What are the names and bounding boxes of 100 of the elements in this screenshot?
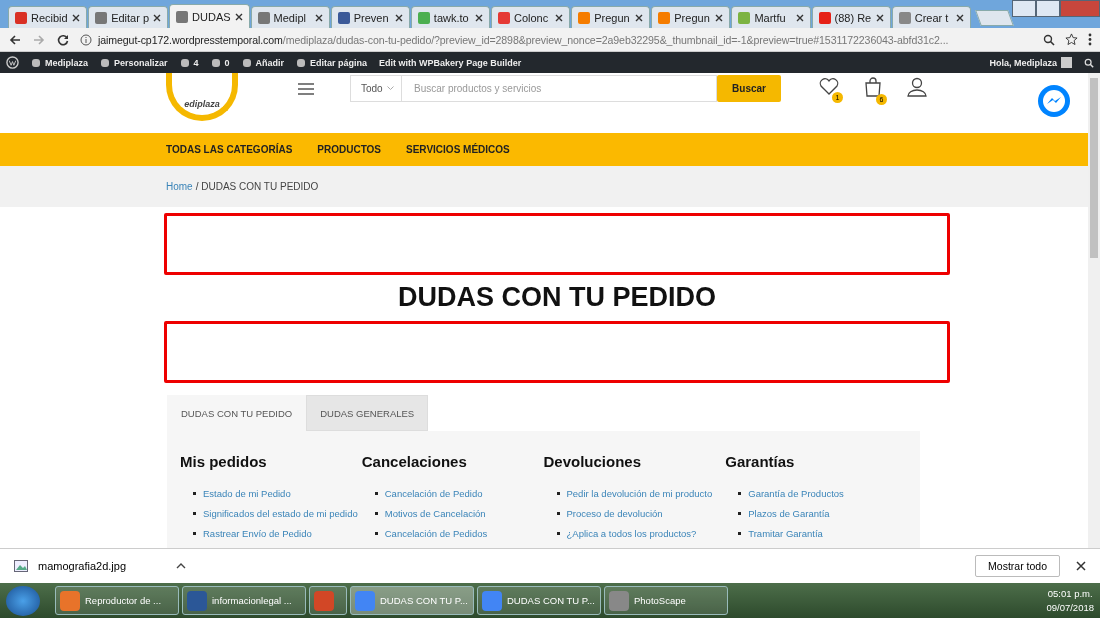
faq-link[interactable]: ¿Aplica a todos los productos? <box>566 528 697 539</box>
browser-tab[interactable]: Recibid <box>8 6 88 28</box>
close-icon[interactable] <box>555 13 564 22</box>
admin-bar-item[interactable]: Mediplaza <box>31 57 88 68</box>
browser-tab[interactable]: Crear t <box>891 6 971 28</box>
menu-icon[interactable] <box>1088 33 1092 46</box>
faq-link[interactable]: Proceso de devolución <box>566 508 663 519</box>
admin-bar-item[interactable]: 0 <box>210 57 230 68</box>
faq-link[interactable]: Cancelación de Pedidos <box>384 528 488 539</box>
content-tab[interactable]: DUDAS GENERALES <box>306 395 429 431</box>
close-icon[interactable] <box>394 13 403 22</box>
avatar-icon <box>1061 57 1072 68</box>
app-icon <box>355 590 375 611</box>
download-filename[interactable]: mamografia2d.jpg <box>38 560 127 572</box>
browser-tab[interactable]: Editar p <box>88 6 169 28</box>
faq-link[interactable]: Garantía de Productos <box>748 488 844 499</box>
bullet-icon <box>556 492 560 495</box>
admin-greeting[interactable]: Hola, Mediplaza <box>989 57 1072 68</box>
taskbar-button[interactable]: Reproductor de ... <box>55 586 179 615</box>
bullet-icon <box>374 492 378 495</box>
heart-icon[interactable] <box>819 77 839 95</box>
browser-tab[interactable]: Colonc <box>491 6 571 28</box>
close-icon[interactable] <box>153 13 162 22</box>
browser-tab[interactable]: Martfu <box>731 6 811 28</box>
taskbar-button[interactable]: informacionlegal ... <box>182 586 306 615</box>
admin-bar-item[interactable]: Añadir <box>241 57 285 68</box>
app-icon <box>187 590 207 611</box>
faq-link[interactable]: Plazos de Garantía <box>748 508 830 519</box>
clock[interactable]: 05:01 p.m. 09/07/2018 <box>1046 587 1094 614</box>
breadcrumb-link[interactable]: Home <box>166 181 193 192</box>
nav-link[interactable]: TODAS LAS CATEGORÍAS <box>166 144 293 155</box>
bullet-icon <box>193 512 196 515</box>
close-icon[interactable] <box>875 13 884 22</box>
taskbar-button[interactable]: DUDAS CON TU P... <box>477 586 601 615</box>
taskbar-button[interactable] <box>309 586 347 615</box>
faq-link[interactable]: Significados del estado de mi pedido <box>203 508 358 519</box>
reload-icon[interactable] <box>56 32 70 47</box>
column-heading: Garantías <box>725 453 796 470</box>
browser-tab[interactable]: (88) Re <box>811 6 891 28</box>
maximize-button[interactable] <box>1036 0 1060 17</box>
show-all-button[interactable]: Mostrar todo <box>975 555 1060 577</box>
close-icon[interactable] <box>955 13 964 22</box>
search-button[interactable]: Buscar <box>717 75 781 102</box>
category-dropdown[interactable]: Todo <box>350 75 402 102</box>
bullet-icon <box>556 532 560 535</box>
admin-bar-item[interactable]: Edit with WPBakery Page Builder <box>379 57 522 68</box>
admin-bar-item[interactable]: 4 <box>179 57 199 68</box>
start-button[interactable] <box>6 585 40 616</box>
close-icon[interactable] <box>635 13 644 22</box>
faq-link[interactable]: Cancelación de Pedido <box>384 488 483 499</box>
messenger-icon[interactable] <box>1037 84 1071 118</box>
taskbar-button[interactable]: PhotoScape <box>604 586 728 615</box>
scrollbar[interactable] <box>1088 73 1100 548</box>
zoom-icon[interactable] <box>1043 33 1055 46</box>
bullet-icon <box>738 532 742 535</box>
faq-link[interactable]: Rastrear Envío de Pedido <box>203 528 312 539</box>
browser-tab[interactable]: tawk.to <box>410 6 490 28</box>
scrollbar-thumb[interactable] <box>1090 78 1098 258</box>
faq-link[interactable]: Estado de mi Pedido <box>203 488 291 499</box>
site-logo[interactable]: ediplaza <box>166 73 238 121</box>
browser-tab[interactable]: Pregun <box>651 6 731 28</box>
browser-tab[interactable]: Pregun <box>571 6 651 28</box>
star-icon[interactable] <box>1065 33 1078 46</box>
column-heading: Cancelaciones <box>361 453 468 470</box>
bullet-icon <box>556 512 560 515</box>
faq-link[interactable]: Motivos de Cancelación <box>384 508 486 519</box>
caret-icon[interactable] <box>176 563 187 569</box>
browser-tab[interactable]: Medipl <box>250 6 330 28</box>
nav-link[interactable]: SERVICIOS MÉDICOS <box>406 144 510 155</box>
wordpress-icon[interactable] <box>6 56 19 69</box>
faq-link[interactable]: Tramitar Garantía <box>748 528 823 539</box>
column-heading: Mis pedidos <box>180 453 268 470</box>
content-tab[interactable]: DUDAS CON TU PEDIDO <box>167 395 307 431</box>
search-field[interactable]: Buscar productos y servicios <box>402 75 717 102</box>
nav-link[interactable]: PRODUCTOS <box>317 144 382 155</box>
close-icon[interactable] <box>234 12 243 21</box>
back-icon[interactable] <box>8 32 22 47</box>
shopping-bag-icon[interactable] <box>863 77 883 97</box>
caret-icon <box>386 86 394 91</box>
close-icon[interactable] <box>475 13 483 22</box>
close-icon[interactable] <box>795 13 804 22</box>
search-icon[interactable] <box>1084 57 1094 68</box>
close-icon[interactable] <box>1076 561 1086 571</box>
app-icon <box>60 590 80 611</box>
close-icon[interactable] <box>72 13 81 22</box>
close-icon[interactable] <box>715 13 724 22</box>
admin-bar-item[interactable]: Personalizar <box>100 57 168 68</box>
faq-link[interactable]: Pedir la devolución de mi producto <box>566 488 713 499</box>
info-icon <box>80 33 92 46</box>
bullet-icon <box>738 492 742 495</box>
close-icon[interactable] <box>314 13 323 22</box>
admin-bar-item[interactable]: Editar página <box>296 57 368 68</box>
column-heading: Devoluciones <box>543 453 643 470</box>
minimize-button[interactable] <box>1012 0 1036 17</box>
bullet-icon <box>374 512 378 515</box>
bullet-icon <box>193 532 196 535</box>
app-icon <box>314 590 334 611</box>
browser-tab[interactable]: Preven <box>330 6 410 28</box>
user-icon[interactable] <box>907 77 927 97</box>
browser-tab[interactable]: DUDAS <box>169 4 250 28</box>
